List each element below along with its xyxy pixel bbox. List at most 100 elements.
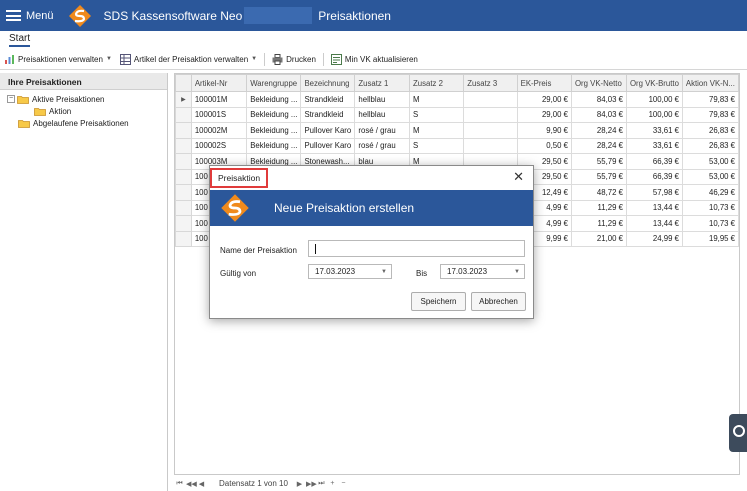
side-panel-handle[interactable] xyxy=(729,414,747,452)
table-cell-aktion[interactable]: 46,29 € xyxy=(681,184,739,201)
row-indicator[interactable] xyxy=(175,184,192,201)
table-cell-netto[interactable]: 28,24 € xyxy=(570,137,627,154)
table-cell-netto[interactable]: 11,29 € xyxy=(570,199,627,216)
table-cell-aktion[interactable]: 19,95 € xyxy=(681,230,739,247)
table-cell-artnr[interactable]: 100002S xyxy=(190,137,248,154)
last-record-button[interactable]: ⏭ xyxy=(317,480,326,488)
row-indicator[interactable] xyxy=(175,230,192,247)
table-cell-z1[interactable]: rosé / grau xyxy=(354,137,410,154)
table-cell-brutto[interactable]: 100,00 € xyxy=(625,106,683,123)
table-cell-artnr[interactable]: 100002M xyxy=(190,122,248,139)
table-cell-z1[interactable]: hellblau xyxy=(354,91,410,108)
row-indicator[interactable] xyxy=(175,215,192,232)
valid-from-date[interactable]: 17.03.2023 ▼ xyxy=(308,264,392,279)
table-cell-z3[interactable] xyxy=(463,122,518,139)
table-cell-brutto[interactable]: 13,44 € xyxy=(625,215,683,232)
table-cell-netto[interactable]: 48,72 € xyxy=(570,184,627,201)
tree-item-aktion[interactable]: Aktion xyxy=(0,105,167,117)
name-input[interactable] xyxy=(308,240,525,257)
table-cell-wg[interactable]: Bekleidung ... xyxy=(246,137,302,154)
table-cell-brutto[interactable]: 66,39 € xyxy=(625,153,683,170)
table-cell-brutto[interactable]: 33,61 € xyxy=(625,122,683,139)
row-indicator[interactable]: ▶ xyxy=(175,91,192,108)
table-cell-bez[interactable]: Strandkleid xyxy=(300,91,356,108)
table-cell-netto[interactable]: 84,03 € xyxy=(570,106,627,123)
table-cell-z1[interactable]: rosé / grau xyxy=(354,122,410,139)
save-button[interactable]: Speichern xyxy=(411,292,466,311)
row-indicator[interactable] xyxy=(175,106,192,123)
table-cell-aktion[interactable]: 26,83 € xyxy=(681,122,739,139)
table-cell-aktion[interactable]: 79,83 € xyxy=(681,91,739,108)
table-cell-artnr[interactable]: 100001S xyxy=(190,106,248,123)
next-page-button[interactable]: ▶▶ xyxy=(306,480,317,488)
row-indicator[interactable] xyxy=(175,137,192,154)
table-cell-z2[interactable]: S xyxy=(408,106,465,123)
table-cell-ek[interactable]: 9,90 € xyxy=(516,122,572,139)
tree-item-expired[interactable]: Abgelaufene Preisaktionen xyxy=(0,117,167,129)
table-cell-aktion[interactable]: 10,73 € xyxy=(681,199,739,216)
column-header[interactable]: Warengruppe xyxy=(246,74,302,92)
collapse-icon[interactable]: − xyxy=(7,95,15,103)
row-indicator[interactable] xyxy=(175,153,192,170)
menu-button[interactable]: Menü xyxy=(6,0,54,31)
table-cell-bez[interactable]: Strandkleid xyxy=(300,106,356,123)
column-header[interactable]: Aktion VK-N... xyxy=(681,74,739,92)
close-icon[interactable]: ✕ xyxy=(513,169,524,185)
table-row[interactable]: ▶ 100001M Bekleidung ... Strandkleid hellbla… xyxy=(175,91,739,108)
table-cell-z3[interactable] xyxy=(463,106,518,123)
table-row[interactable]: 100001S Bekleidung ... Strandkleid hellblau… xyxy=(175,106,739,123)
table-row[interactable]: 100002M Bekleidung ... Pullover Karo rosé /… xyxy=(175,122,739,139)
table-cell-z1[interactable]: hellblau xyxy=(354,106,410,123)
table-cell-artnr[interactable]: 100001M xyxy=(190,91,248,108)
table-cell-aktion[interactable]: 10,73 € xyxy=(681,215,739,232)
table-cell-wg[interactable]: Bekleidung ... xyxy=(246,91,302,108)
table-cell-brutto[interactable]: 66,39 € xyxy=(625,168,683,185)
table-row[interactable]: 100002S Bekleidung ... Pullover Karo rosé /… xyxy=(175,137,739,154)
first-record-button[interactable]: ⏮ xyxy=(175,480,184,488)
table-cell-netto[interactable]: 84,03 € xyxy=(570,91,627,108)
tab-start[interactable]: Start xyxy=(9,33,31,47)
table-cell-ek[interactable]: 29,00 € xyxy=(516,91,572,108)
table-cell-z3[interactable] xyxy=(463,137,518,154)
table-cell-netto[interactable]: 55,79 € xyxy=(570,168,627,185)
next-record-button[interactable]: ▶ xyxy=(295,480,304,488)
column-header[interactable]: Org VK-Netto xyxy=(570,74,627,92)
column-header[interactable]: Bezeichnung xyxy=(300,74,356,92)
table-cell-netto[interactable]: 28,24 € xyxy=(570,122,627,139)
table-cell-brutto[interactable]: 57,98 € xyxy=(625,184,683,201)
row-indicator[interactable] xyxy=(175,122,192,139)
manage-price-actions-button[interactable]: Preisaktionen verwalten ▼ xyxy=(0,51,116,67)
valid-to-date[interactable]: 17.03.2023 ▼ xyxy=(440,264,525,279)
table-cell-netto[interactable]: 21,00 € xyxy=(570,230,627,247)
table-cell-bez[interactable]: Pullover Karo xyxy=(300,122,356,139)
table-cell-brutto[interactable]: 24,99 € xyxy=(625,230,683,247)
prev-page-button[interactable]: ◀◀ xyxy=(186,480,197,488)
update-min-vk-button[interactable]: Min VK aktualisieren xyxy=(327,51,422,67)
row-indicator[interactable] xyxy=(175,199,192,216)
table-cell-aktion[interactable]: 26,83 € xyxy=(681,137,739,154)
column-header[interactable]: Zusatz 1 xyxy=(354,74,410,92)
column-header[interactable]: Zusatz 3 xyxy=(463,74,518,92)
table-cell-z2[interactable]: M xyxy=(408,122,465,139)
cancel-button[interactable]: Abbrechen xyxy=(471,292,526,311)
table-cell-netto[interactable]: 11,29 € xyxy=(570,215,627,232)
row-indicator[interactable] xyxy=(175,168,192,185)
table-cell-brutto[interactable]: 33,61 € xyxy=(625,137,683,154)
table-cell-z2[interactable]: M xyxy=(408,91,465,108)
chevron-down-icon[interactable]: ▼ xyxy=(381,269,387,275)
manage-articles-button[interactable]: Artikel der Preisaktion verwalten ▼ xyxy=(116,51,261,67)
table-cell-ek[interactable]: 29,00 € xyxy=(516,106,572,123)
tree-item-active[interactable]: − Aktive Preisaktionen xyxy=(0,93,167,105)
table-cell-netto[interactable]: 55,79 € xyxy=(570,153,627,170)
column-header[interactable]: Artikel-Nr xyxy=(190,74,248,92)
table-cell-brutto[interactable]: 100,00 € xyxy=(625,91,683,108)
prev-record-button[interactable]: ◀ xyxy=(197,480,206,488)
table-cell-wg[interactable]: Bekleidung ... xyxy=(246,122,302,139)
column-header[interactable]: Org VK-Brutto xyxy=(625,74,683,92)
table-cell-aktion[interactable]: 53,00 € xyxy=(681,168,739,185)
table-cell-aktion[interactable]: 79,83 € xyxy=(681,106,739,123)
chevron-down-icon[interactable]: ▼ xyxy=(514,269,520,275)
column-header[interactable]: Zusatz 2 xyxy=(408,74,465,92)
table-cell-ek[interactable]: 0,50 € xyxy=(516,137,572,154)
table-cell-wg[interactable]: Bekleidung ... xyxy=(246,106,302,123)
